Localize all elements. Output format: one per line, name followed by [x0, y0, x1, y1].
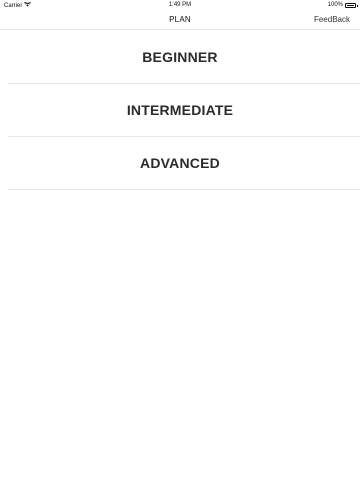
status-bar: Carrier 1:49 PM 100% — [0, 0, 360, 10]
feedback-button[interactable]: FeedBack — [314, 15, 350, 24]
page-title: PLAN — [169, 15, 191, 24]
status-time: 1:49 PM — [168, 2, 192, 8]
battery-percent: 100% — [327, 2, 343, 8]
plan-list: BEGINNER INTERMEDIATE ADVANCED — [0, 31, 360, 190]
plan-item-label: BEGINNER — [142, 49, 218, 65]
plan-item-label: ADVANCED — [140, 155, 220, 171]
status-right: 100% — [327, 2, 358, 8]
plan-item-beginner[interactable]: BEGINNER — [8, 31, 360, 84]
plan-item-intermediate[interactable]: INTERMEDIATE — [8, 84, 360, 137]
navigation-bar: PLAN FeedBack — [0, 10, 360, 30]
plan-item-label: INTERMEDIATE — [126, 102, 234, 118]
plan-item-advanced[interactable]: ADVANCED — [8, 137, 360, 190]
battery-icon — [345, 2, 358, 8]
